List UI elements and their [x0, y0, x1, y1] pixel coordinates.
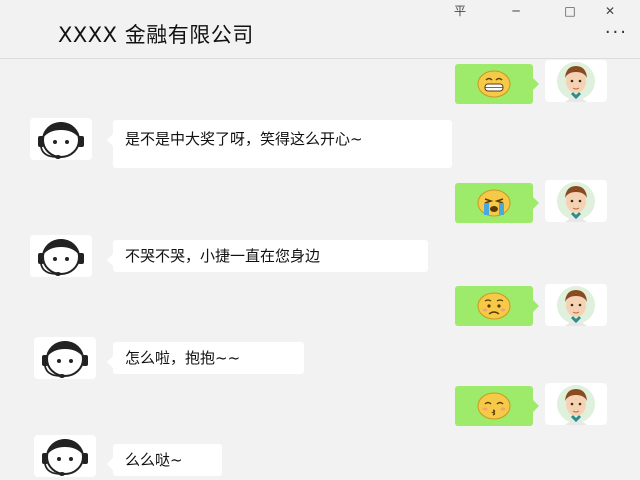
more-options-icon[interactable]: ···: [605, 22, 628, 43]
agent-avatar[interactable]: [34, 435, 96, 477]
message-bubble-self[interactable]: [455, 286, 539, 326]
close-icon[interactable]: ✕: [598, 2, 622, 20]
customer-service-headset-avatar-icon: [38, 122, 84, 159]
chat-window: XXXX 金融有限公司 平 ─ □ ✕ ··· 是不是中大奖了呀，笑得这么开心~…: [0, 0, 640, 480]
agent-avatar[interactable]: [30, 118, 92, 160]
customer-service-headset-avatar-icon: [42, 439, 88, 476]
customer-service-headset-avatar-icon: [42, 341, 88, 378]
agent-avatar[interactable]: [30, 235, 92, 277]
message-text: 么么哒~: [125, 451, 183, 469]
pin-icon[interactable]: 平: [448, 2, 472, 20]
user-avatar[interactable]: [545, 180, 607, 222]
message-bubble-self[interactable]: [455, 64, 539, 104]
grinning-face-icon: [477, 70, 511, 98]
message-bubble-self[interactable]: [455, 183, 539, 223]
message-text: 不哭不哭，小捷一直在您身边: [125, 247, 321, 265]
message-bubble-self[interactable]: [455, 386, 539, 426]
message-bubble-agent[interactable]: 么么哒~: [107, 444, 222, 476]
maximize-icon[interactable]: □: [558, 2, 582, 20]
minimize-icon[interactable]: ─: [504, 2, 528, 20]
user-avatar[interactable]: [545, 284, 607, 326]
cartoon-man-avatar-icon: [557, 62, 595, 102]
message-text: 怎么啦，抱抱~~: [125, 349, 241, 367]
chat-title: XXXX 金融有限公司: [58, 23, 254, 47]
title-bar: XXXX 金融有限公司 平 ─ □ ✕ ···: [0, 0, 640, 59]
message-bubble-agent[interactable]: 怎么啦，抱抱~~: [107, 342, 304, 374]
message-bubble-agent[interactable]: 不哭不哭，小捷一直在您身边: [107, 240, 428, 272]
message-bubble-agent[interactable]: 是不是中大奖了呀，笑得这么开心~: [107, 120, 452, 168]
user-avatar[interactable]: [545, 383, 607, 425]
user-avatar[interactable]: [545, 60, 607, 102]
cartoon-man-avatar-icon: [557, 385, 595, 425]
agent-avatar[interactable]: [34, 337, 96, 379]
worried-face-icon: [477, 292, 511, 320]
cartoon-man-avatar-icon: [557, 286, 595, 326]
message-list[interactable]: 是不是中大奖了呀，笑得这么开心~ 不哭不哭，小捷一直在您身边 怎么啦，抱抱~~ …: [0, 58, 640, 480]
cartoon-man-avatar-icon: [557, 182, 595, 222]
message-text: 是不是中大奖了呀，笑得这么开心~: [125, 130, 363, 148]
crying-face-icon: [477, 189, 511, 217]
kissing-face-icon: [477, 392, 511, 420]
customer-service-headset-avatar-icon: [38, 239, 84, 276]
